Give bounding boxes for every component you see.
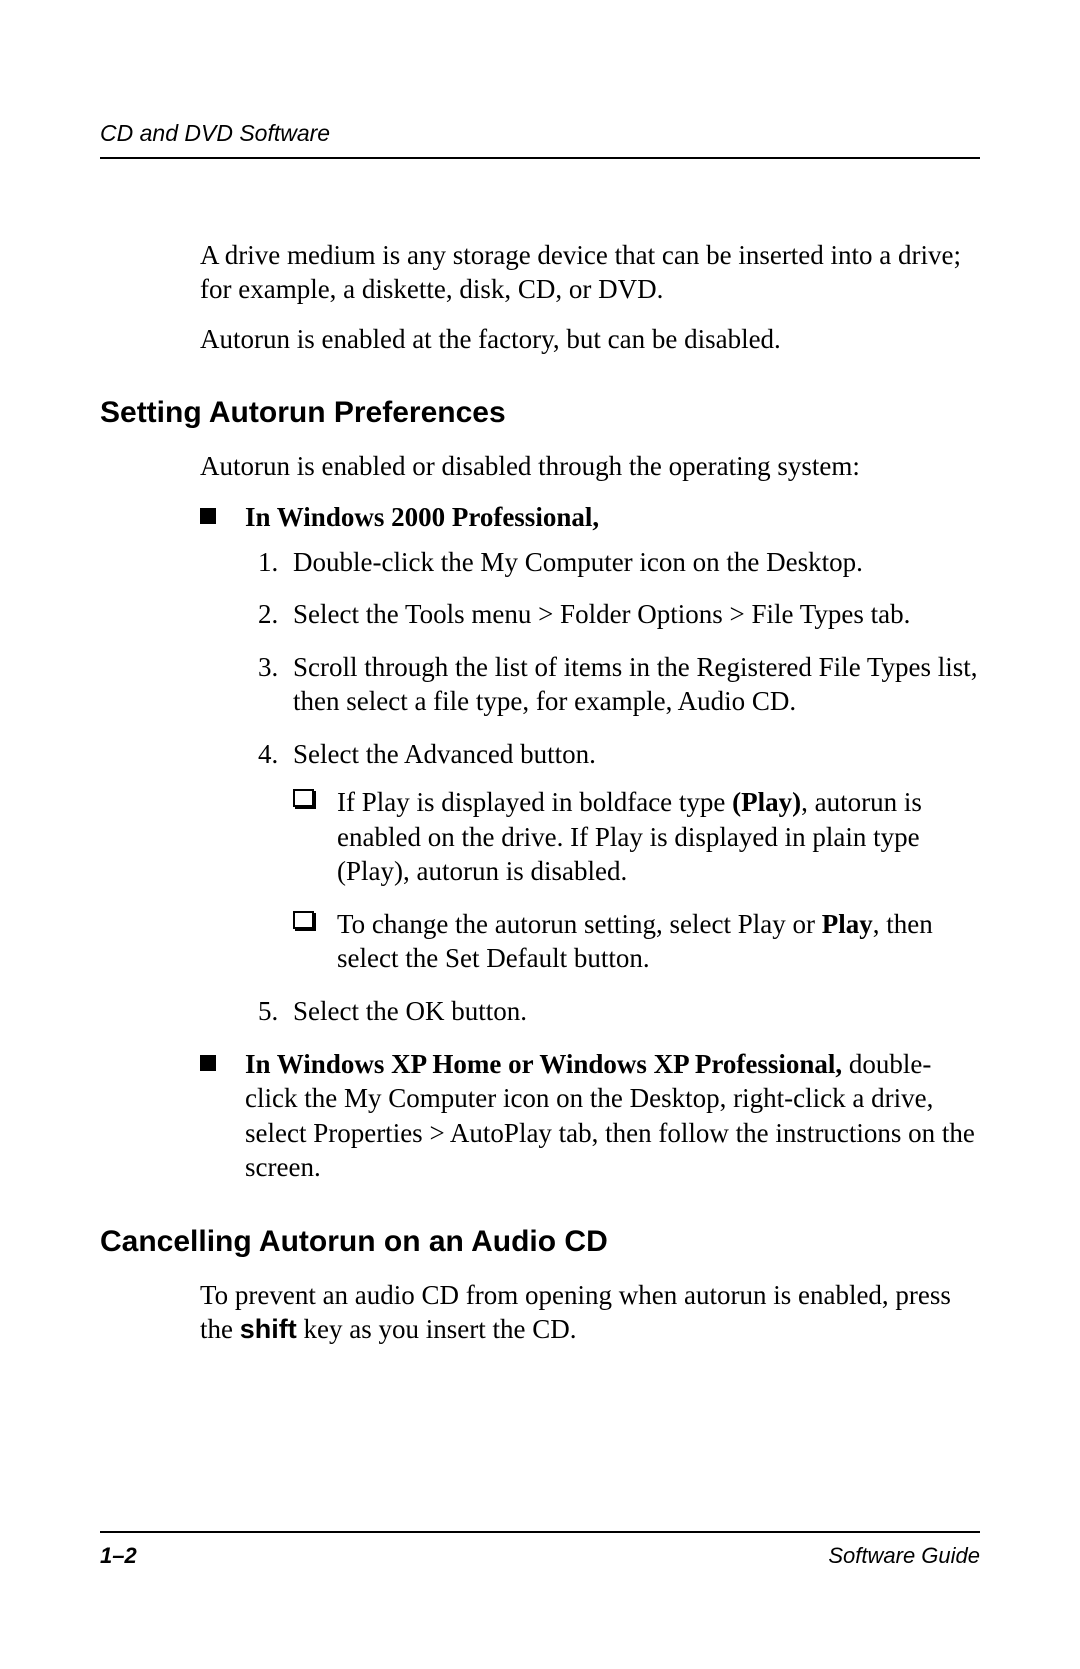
page: CD and DVD Software A drive medium is an… <box>0 0 1080 1669</box>
section1-block: Autorun is enabled or disabled through t… <box>200 450 980 1185</box>
section2-paragraph: To prevent an audio CD from opening when… <box>200 1279 980 1347</box>
sub-a-pre: If Play is displayed in boldface type <box>337 787 732 817</box>
step-5: Select the OK button. <box>285 994 980 1029</box>
step-3: Scroll through the list of items in the … <box>285 650 980 719</box>
os-bullet-list: In Windows 2000 Professional, Double-cli… <box>200 500 980 1185</box>
intro-paragraph-2: Autorun is enabled at the factory, but c… <box>200 323 980 357</box>
heading-cancelling-autorun: Cancelling Autorun on an Audio CD <box>100 1225 980 1259</box>
section2-block: To prevent an audio CD from opening when… <box>200 1279 980 1347</box>
footer-guide-label: Software Guide <box>828 1543 980 1569</box>
section2-p-bold: shift <box>240 1314 297 1344</box>
step-1: Double-click the My Computer icon on the… <box>285 545 980 580</box>
heading-setting-autorun: Setting Autorun Preferences <box>100 396 980 430</box>
bullet-winxp-lead: In Windows XP Home or Windows XP Profess… <box>245 1049 842 1079</box>
bullet-win2000: In Windows 2000 Professional, Double-cli… <box>200 500 980 1029</box>
sub-b: To change the autorun setting, select Pl… <box>293 907 980 976</box>
step-4-sublist: If Play is displayed in boldface type (P… <box>293 785 980 976</box>
footer: 1–2 Software Guide <box>100 1531 980 1569</box>
bullet-win2000-lead: In Windows 2000 Professional, <box>245 502 599 532</box>
step-2: Select the Tools menu > Folder Options >… <box>285 597 980 632</box>
sub-b-bold: Play <box>822 909 873 939</box>
bullet-winxp: In Windows XP Home or Windows XP Profess… <box>200 1047 980 1185</box>
sub-b-pre: To change the autorun setting, select Pl… <box>337 909 822 939</box>
sub-a: If Play is displayed in boldface type (P… <box>293 785 980 889</box>
sub-a-bold: (Play) <box>732 787 801 817</box>
section1-intro: Autorun is enabled or disabled through t… <box>200 450 980 484</box>
win2000-steps: Double-click the My Computer icon on the… <box>245 545 980 1029</box>
intro-paragraph-1: A drive medium is any storage device tha… <box>200 239 980 307</box>
step-4-text: Select the Advanced button. <box>293 739 596 769</box>
footer-page-number: 1–2 <box>100 1543 137 1569</box>
step-4: Select the Advanced button. If Play is d… <box>285 737 980 976</box>
running-head: CD and DVD Software <box>100 120 980 159</box>
section2-p-post: key as you insert the CD. <box>297 1314 577 1344</box>
intro-block: A drive medium is any storage device tha… <box>200 239 980 356</box>
